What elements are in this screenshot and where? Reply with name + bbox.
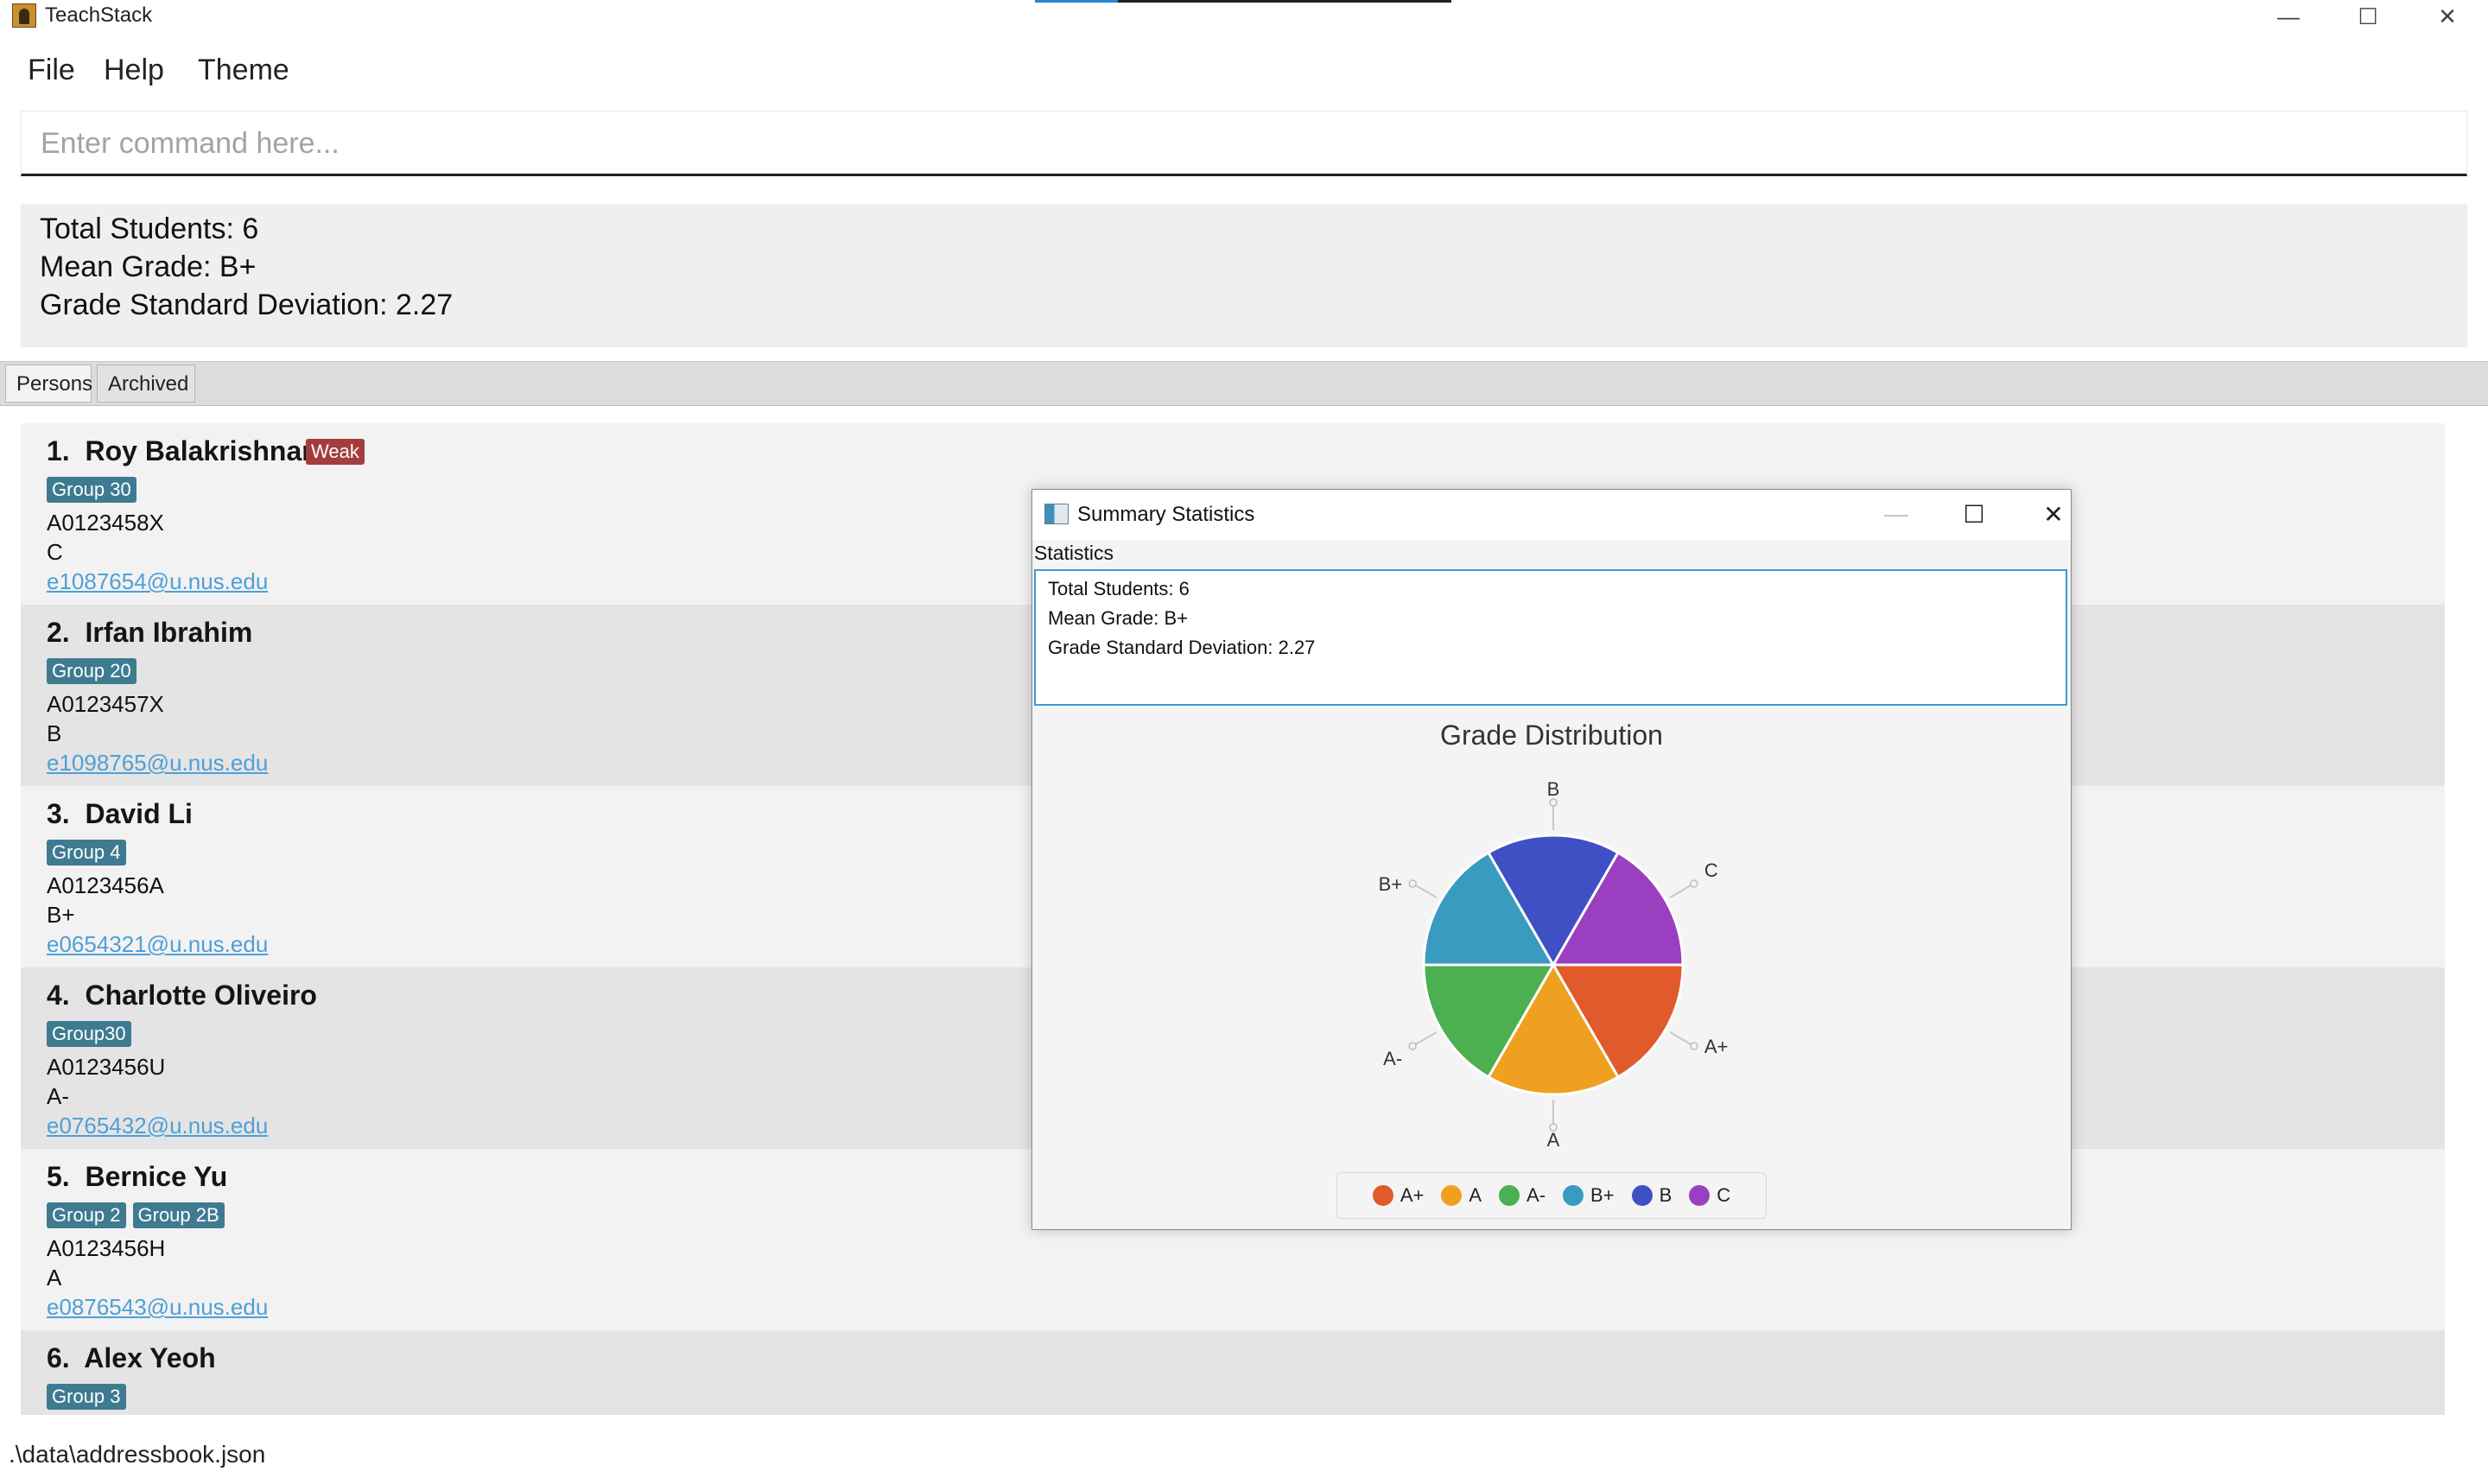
student-grade: B — [47, 720, 62, 746]
grade-pie-chart: A+ A A- B+ B C — [1379, 778, 1729, 1151]
student-email-link[interactable]: e0654321@u.nus.edu — [47, 931, 268, 958]
legend-label: A+ — [1400, 1184, 1425, 1206]
menu-file[interactable]: File — [28, 48, 75, 92]
person-name: 3. David Li — [47, 798, 193, 829]
group-tag: Group 20 — [47, 658, 136, 684]
legend-item-B: B — [1631, 1184, 1672, 1207]
group-tags: Group 2 Group 2B — [47, 1202, 225, 1232]
group-tags: Group 20 — [47, 658, 136, 688]
student-email-link[interactable]: e1087654@u.nus.edu — [47, 568, 268, 595]
summary-statistics-window[interactable]: Summary Statistics — ☐ ✕ Statistics Tota… — [1031, 489, 2072, 1230]
pie-label-dot-A+ — [1690, 1042, 1698, 1050]
student-grade: B+ — [47, 902, 75, 928]
close-button[interactable]: ✕ — [2409, 0, 2486, 33]
legend-label: B+ — [1590, 1184, 1615, 1206]
student-email-link[interactable]: e0876543@u.nus.edu — [47, 1294, 268, 1321]
window-title: TeachStack — [45, 3, 153, 27]
tab-archived[interactable]: Archived — [97, 365, 195, 403]
pie-label-B+: B+ — [1379, 873, 1403, 895]
person-card[interactable]: 6. Alex Yeoh Group 3 — [21, 1330, 2445, 1415]
result-mean-grade: Mean Grade: B+ — [40, 251, 257, 283]
group-tag: Group 3 — [47, 1384, 126, 1410]
chart-legend: A+ A A- B+ B C — [1336, 1172, 1767, 1219]
legend-label: B — [1659, 1184, 1672, 1206]
pie-label-line-A+ — [1669, 1031, 1695, 1047]
group-tags: Group30 — [47, 1021, 131, 1050]
person-name: 1. Roy Balakrishnan — [47, 435, 319, 466]
legend-swatch — [1689, 1185, 1710, 1206]
person-name: 4. Charlotte Oliveiro — [47, 980, 317, 1011]
progress-fill — [1035, 0, 1119, 3]
student-email-link[interactable]: e0765432@u.nus.edu — [47, 1113, 268, 1139]
pie-label-line-B+ — [1412, 883, 1438, 898]
legend-item-C: C — [1689, 1184, 1730, 1207]
student-id: A0123456U — [47, 1054, 166, 1080]
pie-label-B: B — [1547, 778, 1560, 800]
tab-strip — [0, 361, 2488, 406]
pie-label-dot-A- — [1408, 1042, 1417, 1050]
group-tags: Group 4 — [47, 840, 126, 869]
legend-swatch — [1499, 1185, 1520, 1206]
group-tags: Group 30 — [47, 477, 136, 506]
legend-swatch — [1563, 1185, 1584, 1206]
group-tags: Group 3 — [47, 1384, 126, 1413]
pie-label-line-C — [1669, 883, 1695, 898]
group-tag: Group 4 — [47, 840, 126, 866]
result-total-students: Total Students: 6 — [40, 212, 259, 245]
group-tag: Group 2 — [47, 1202, 126, 1228]
student-id: A0123458X — [47, 510, 164, 536]
person-name: 6. Alex Yeoh — [47, 1342, 216, 1373]
app-icon — [12, 3, 36, 28]
pie-label-A+: A+ — [1704, 1036, 1729, 1057]
weak-badge: Weak — [306, 439, 365, 465]
pie-label-dot-B+ — [1408, 879, 1417, 888]
result-display: Total Students: 6 Mean Grade: B+ Grade S… — [21, 204, 2467, 347]
student-grade: A — [47, 1265, 62, 1291]
loading-progress-bar — [1035, 0, 1451, 3]
student-grade: C — [47, 539, 63, 565]
tab-persons[interactable]: Persons — [5, 365, 92, 403]
command-input[interactable] — [39, 111, 2444, 175]
legend-label: A — [1469, 1184, 1482, 1206]
person-name: 2. Irfan Ibrahim — [47, 617, 253, 648]
pie-label-dot-B — [1549, 798, 1558, 807]
menu-theme[interactable]: Theme — [198, 48, 289, 92]
legend-item-B+: B+ — [1563, 1184, 1615, 1207]
minimize-button[interactable]: — — [2250, 0, 2327, 33]
legend-swatch — [1372, 1185, 1393, 1206]
group-tag: Group 2B — [132, 1202, 225, 1228]
command-box — [21, 111, 2467, 176]
person-name: 5. Bernice Yu — [47, 1161, 228, 1192]
pie-label-line-A- — [1412, 1031, 1438, 1047]
student-id: A0123456H — [47, 1235, 166, 1261]
pie-label-dot-C — [1690, 879, 1698, 888]
student-email-link[interactable]: e1098765@u.nus.edu — [47, 750, 268, 777]
status-bar-file-path: .\data\addressbook.json — [9, 1441, 266, 1468]
legend-item-A: A — [1441, 1184, 1482, 1207]
window-title-bar: TeachStack — ☐ ✕ — [0, 0, 2488, 33]
legend-item-A-: A- — [1499, 1184, 1545, 1207]
student-grade: A- — [47, 1083, 69, 1109]
legend-swatch — [1441, 1185, 1463, 1206]
pie-label-C: C — [1704, 859, 1718, 881]
group-tag: Group 30 — [47, 477, 136, 503]
maximize-button[interactable]: ☐ — [2329, 0, 2407, 33]
student-id: A0123456A — [47, 872, 164, 898]
legend-label: A- — [1526, 1184, 1546, 1206]
result-grade-std: Grade Standard Deviation: 2.27 — [40, 289, 454, 321]
pie-label-A: A — [1547, 1129, 1560, 1151]
student-id: A0123457X — [47, 691, 164, 717]
group-tag: Group30 — [47, 1021, 131, 1047]
legend-label: C — [1717, 1184, 1731, 1206]
menu-help[interactable]: Help — [104, 48, 164, 92]
pie-label-A-: A- — [1383, 1048, 1402, 1069]
legend-swatch — [1631, 1185, 1653, 1206]
legend-item-A+: A+ — [1372, 1184, 1425, 1207]
